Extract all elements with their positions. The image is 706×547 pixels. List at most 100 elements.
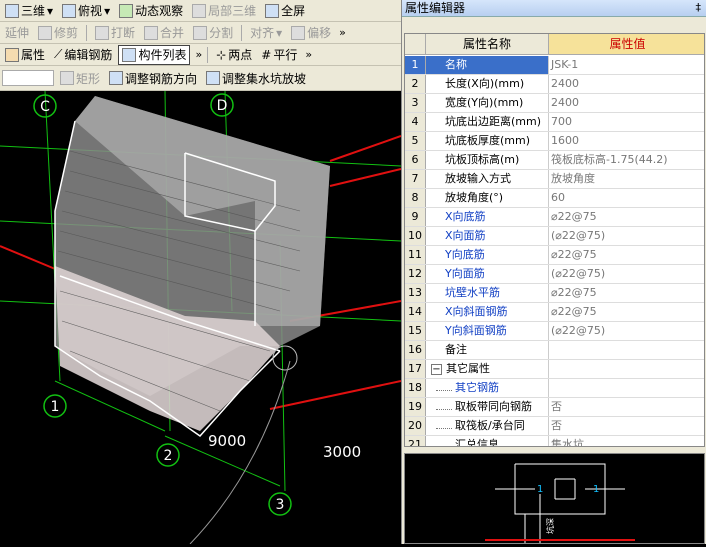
property-row[interactable]: 8 放坡角度(°) 60 (405, 189, 704, 208)
row-number: 7 (405, 170, 426, 188)
row-number: 21 (405, 436, 426, 446)
row-number: 16 (405, 341, 426, 359)
collapse-icon[interactable]: − (431, 363, 442, 375)
property-row[interactable]: 20 取筏板/承台同 否 (405, 417, 704, 436)
row-number: 5 (405, 132, 426, 150)
split-button[interactable]: 分割 (190, 23, 236, 43)
property-value[interactable]: 60 (549, 189, 704, 207)
model-viewport[interactable]: C D 1 2 3 9000 3000 (0, 90, 402, 545)
property-row[interactable]: 2 长度(X向)(mm) 2400 (405, 75, 704, 94)
align-button[interactable]: 对齐 ▾ (247, 23, 285, 43)
property-value[interactable]: ⌀22@75 (549, 303, 704, 321)
property-value[interactable]: 否 (549, 398, 704, 416)
property-name: 长度(X向)(mm) (426, 75, 549, 93)
pin-icon[interactable]: ‡ (696, 0, 702, 16)
property-value[interactable]: JSK-1 (549, 56, 704, 74)
property-name: 其它钢筋 (426, 379, 549, 397)
row-number: 10 (405, 227, 426, 245)
property-row[interactable]: 10 X向面筋 (⌀22@75) (405, 227, 704, 246)
property-value[interactable]: (⌀22@75) (549, 265, 704, 283)
local-3d-icon (192, 3, 207, 18)
trim-button[interactable]: 修剪 (35, 23, 81, 43)
trim-icon (38, 25, 53, 40)
overflow-chevron-icon[interactable]: » (195, 48, 202, 61)
fullscreen-button[interactable]: 全屏 (262, 1, 308, 21)
rebar-icon: ⟋ (54, 47, 63, 61)
property-value[interactable]: 700 (549, 113, 704, 131)
parallel-button[interactable]: # 平行 (258, 45, 300, 65)
col-name-header: 属性名称 (426, 34, 549, 54)
tree-branch (436, 440, 452, 447)
view-icon (5, 3, 19, 18)
axis-label-c: C (40, 99, 50, 115)
two-point-button[interactable]: ⊹ 两点 (213, 45, 255, 65)
col-value-header: 属性值 (549, 34, 704, 54)
dynamic-view-button[interactable]: 动态观察 (116, 1, 186, 21)
property-row[interactable]: 21 汇总信息 集水坑 (405, 436, 704, 447)
adjust-pit-slope-button[interactable]: 调整集水坑放坡 (203, 68, 309, 88)
two-point-icon: ⊹ (216, 47, 227, 62)
property-value[interactable]: ⌀22@75 (549, 208, 704, 226)
property-name: 汇总信息 (426, 436, 549, 447)
component-toolbar: 属性 ⟋ 编辑钢筋 构件列表 » ⊹ 两点 # 平行 » (0, 44, 401, 66)
view-2d-dropdown[interactable]: 三维 ▾ (2, 1, 56, 21)
property-value[interactable]: 否 (549, 417, 704, 435)
overflow-chevron-icon[interactable]: » (305, 48, 312, 61)
property-row[interactable]: 11 Y向底筋 ⌀22@75 (405, 246, 704, 265)
edit-rebar-button[interactable]: ⟋ 编辑钢筋 (51, 45, 115, 65)
property-rows: 1 名称 JSK-1 2 长度(X向)(mm) 2400 3 宽度(Y向)(mm) 2400 4 坑… (405, 56, 704, 447)
property-value[interactable] (549, 379, 704, 397)
offset-button[interactable]: 偏移 (288, 23, 334, 43)
property-value[interactable]: ⌀22@75 (549, 246, 704, 264)
extend-button[interactable]: 延伸 (2, 23, 32, 43)
tree-branch (436, 421, 452, 429)
row-number: 17 (405, 360, 426, 378)
property-row[interactable]: 9 X向底筋 ⌀22@75 (405, 208, 704, 227)
adjust-rebar-dir-button[interactable]: 调整钢筋方向 (106, 68, 200, 88)
component-list-button[interactable]: 构件列表 (118, 44, 191, 65)
chevron-down-icon: ▾ (47, 3, 54, 18)
property-value[interactable]: 放坡角度 (549, 170, 704, 188)
property-value[interactable] (549, 341, 704, 359)
layer-select[interactable] (2, 70, 54, 86)
break-button[interactable]: 打断 (92, 23, 138, 43)
property-row[interactable]: 17− 其它属性 (405, 360, 704, 379)
rect-button[interactable]: 矩形 (57, 68, 103, 88)
property-name: 坑底板厚度(mm) (426, 132, 549, 150)
fullscreen-icon (265, 3, 280, 18)
property-row[interactable]: 3 宽度(Y向)(mm) 2400 (405, 94, 704, 113)
row-number: 12 (405, 265, 426, 283)
property-value[interactable]: (⌀22@75) (549, 227, 704, 245)
separator (86, 24, 88, 41)
property-value[interactable]: 2400 (549, 75, 704, 93)
property-value[interactable]: 1600 (549, 132, 704, 150)
property-row[interactable]: 14 X向斜面钢筋 ⌀22@75 (405, 303, 704, 322)
row-number: 18 (405, 379, 426, 397)
property-value[interactable]: (⌀22@75) (549, 322, 704, 340)
merge-button[interactable]: 合并 (141, 23, 187, 43)
property-row[interactable]: 15 Y向斜面钢筋 (⌀22@75) (405, 322, 704, 341)
property-row[interactable]: 12 Y向面筋 (⌀22@75) (405, 265, 704, 284)
property-row[interactable]: 13 坑壁水平筋 ⌀22@75 (405, 284, 704, 303)
property-value[interactable]: 集水坑 (549, 436, 704, 446)
property-value[interactable]: ⌀22@75 (549, 284, 704, 302)
separator (207, 46, 209, 63)
property-value[interactable] (549, 360, 704, 378)
split-icon (193, 25, 208, 40)
property-row[interactable]: 7 放坡输入方式 放坡角度 (405, 170, 704, 189)
properties-button[interactable]: 属性 (2, 45, 48, 65)
property-row[interactable]: 1 名称 JSK-1 (405, 56, 704, 75)
property-row[interactable]: 16 备注 (405, 341, 704, 360)
property-row[interactable]: 18 其它钢筋 (405, 379, 704, 398)
orbit-dropdown[interactable]: 俯视 ▾ (59, 1, 113, 21)
adjust-slope-icon (206, 71, 221, 85)
property-row[interactable]: 19 取板带同向钢筋 否 (405, 398, 704, 417)
property-value[interactable]: 筏板底标高-1.75(44.2) (549, 151, 704, 169)
property-row[interactable]: 5 坑底板厚度(mm) 1600 (405, 132, 704, 151)
local-3d-button[interactable]: 局部三维 (189, 1, 259, 21)
property-row[interactable]: 6 坑板顶标高(m) 筏板底标高-1.75(44.2) (405, 151, 704, 170)
chevron-down-icon: ▾ (276, 25, 283, 40)
overflow-chevron-icon[interactable]: » (339, 26, 346, 39)
property-row[interactable]: 4 坑底出边距离(mm) 700 (405, 113, 704, 132)
property-value[interactable]: 2400 (549, 94, 704, 112)
